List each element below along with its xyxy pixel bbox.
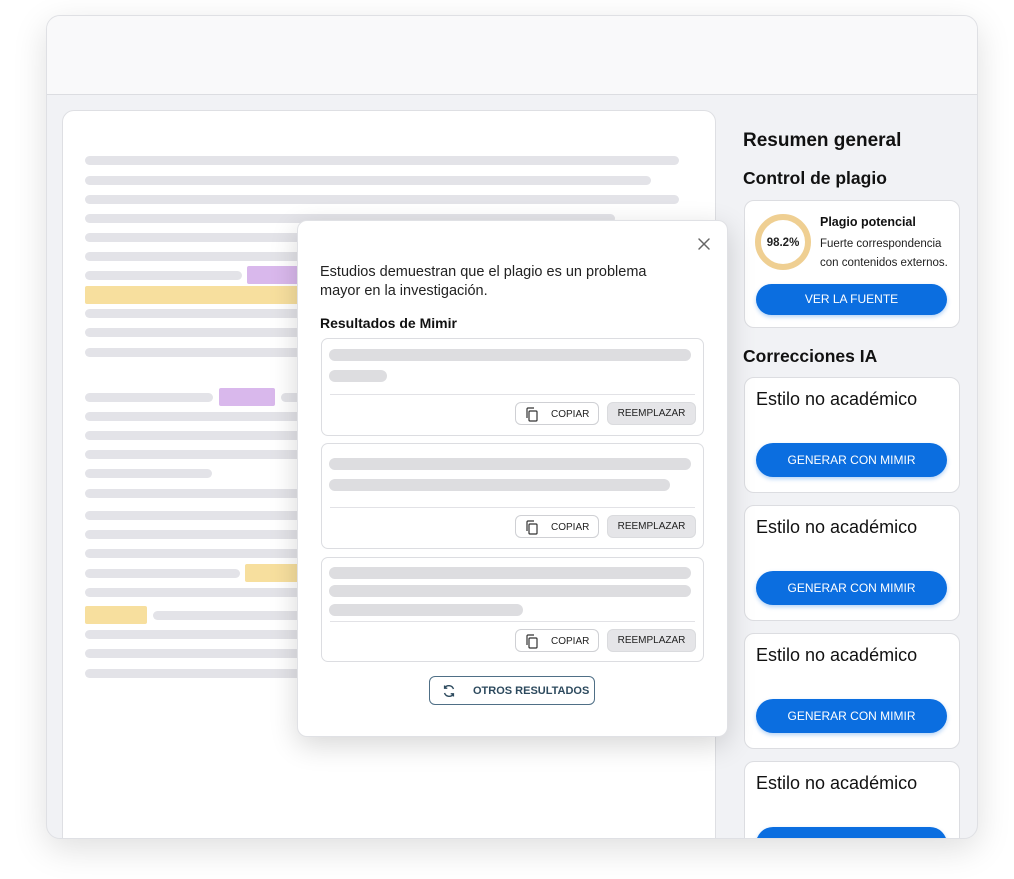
ai-card-title: Estilo no académico <box>756 389 918 409</box>
text-line <box>85 252 305 261</box>
ai-correction-card: Estilo no académico GENERAR CON MIMIR <box>744 505 960 621</box>
text-line <box>85 489 305 498</box>
refresh-icon <box>443 685 455 697</box>
highlight-purple[interactable] <box>247 266 302 284</box>
more-results-button[interactable]: OTROS RESULTADOS <box>429 676 595 705</box>
text-line <box>85 195 679 204</box>
generate-with-mimir-button[interactable]: GENERAR CON MIMIR <box>756 827 947 838</box>
copy-label: COPIAR <box>551 522 590 533</box>
plagiarism-title: Plagio potencial <box>820 215 916 229</box>
plagiarism-heading: Control de plagio <box>743 168 887 188</box>
ai-corrections-heading: Correcciones IA <box>743 346 878 366</box>
result-card[interactable]: COPIAR REEMPLAZAR <box>321 443 704 549</box>
result-text-line <box>329 370 387 382</box>
generate-with-mimir-button[interactable]: GENERAR CON MIMIR <box>756 443 947 477</box>
text-line <box>85 156 679 165</box>
text-line <box>85 530 305 539</box>
text-line <box>85 669 305 678</box>
replace-button[interactable]: REEMPLAZAR <box>607 515 696 538</box>
text-line <box>85 630 305 639</box>
ai-correction-card: Estilo no académico GENERAR CON MIMIR <box>744 633 960 749</box>
plagiarism-percent: 98.2% <box>766 237 800 249</box>
result-text-line <box>329 567 691 579</box>
text-line <box>85 469 212 478</box>
text-line <box>85 569 240 578</box>
text-line <box>85 431 305 440</box>
copy-icon <box>526 634 538 649</box>
selected-sentence: Estudios demuestran que el plagio es un … <box>320 264 647 299</box>
result-text-line <box>329 479 670 491</box>
text-line <box>85 412 305 421</box>
text-line <box>85 588 305 597</box>
copy-button[interactable]: COPIAR <box>515 515 599 538</box>
copy-icon <box>526 520 538 535</box>
plagiarism-card: 98.2% Plagio potencial Fuerte correspond… <box>744 200 960 328</box>
generate-with-mimir-button[interactable]: GENERAR CON MIMIR <box>756 699 947 733</box>
text-line <box>85 233 305 242</box>
more-results-label: OTROS RESULTADOS <box>473 685 590 697</box>
text-line <box>85 649 305 658</box>
copy-button[interactable]: COPIAR <box>515 629 599 652</box>
text-line <box>85 450 305 459</box>
ai-correction-card: Estilo no académico GENERAR CON MIMIR <box>744 761 960 838</box>
result-text-line <box>329 585 691 597</box>
replace-button[interactable]: REEMPLAZAR <box>607 629 696 652</box>
replace-button[interactable]: REEMPLAZAR <box>607 402 696 425</box>
generate-with-mimir-button[interactable]: GENERAR CON MIMIR <box>756 571 947 605</box>
text-line <box>85 176 651 185</box>
result-card[interactable]: COPIAR REEMPLAZAR <box>321 338 704 436</box>
text-line <box>85 549 305 558</box>
copy-label: COPIAR <box>551 409 590 420</box>
text-line <box>85 271 242 280</box>
plagiarism-description: Fuerte correspondencia con contenidos ex… <box>820 238 948 269</box>
summary-title: Resumen general <box>743 130 902 151</box>
view-source-button[interactable]: VER LA FUENTE <box>756 284 947 315</box>
result-divider <box>330 394 695 395</box>
ai-card-title: Estilo no académico <box>756 517 918 537</box>
copy-button[interactable]: COPIAR <box>515 402 599 425</box>
result-divider <box>330 507 695 508</box>
highlight-yellow[interactable] <box>245 564 305 582</box>
text-line <box>85 393 213 402</box>
highlight-purple[interactable] <box>219 388 275 406</box>
results-title: Resultados de Mimir <box>320 315 457 331</box>
text-line <box>85 348 305 357</box>
close-button[interactable] <box>693 233 715 255</box>
ai-card-title: Estilo no académico <box>756 645 918 665</box>
text-line <box>153 611 305 620</box>
copy-label: COPIAR <box>551 636 590 647</box>
ai-card-title: Estilo no académico <box>756 773 918 793</box>
text-line <box>85 328 305 337</box>
result-text-line <box>329 458 691 470</box>
result-divider <box>330 621 695 622</box>
mimir-results-popup: Estudios demuestran que el plagio es un … <box>297 220 728 737</box>
copy-icon <box>526 407 538 422</box>
highlight-yellow[interactable] <box>85 606 147 624</box>
ai-correction-card: Estilo no académico GENERAR CON MIMIR <box>744 377 960 493</box>
highlight-yellow[interactable] <box>85 286 305 304</box>
result-card[interactable]: COPIAR REEMPLAZAR <box>321 557 704 662</box>
top-toolbar <box>47 16 977 95</box>
text-line <box>85 511 305 520</box>
close-icon <box>698 238 710 250</box>
result-text-line <box>329 349 691 361</box>
result-text-line <box>329 604 523 616</box>
text-line <box>85 309 305 318</box>
